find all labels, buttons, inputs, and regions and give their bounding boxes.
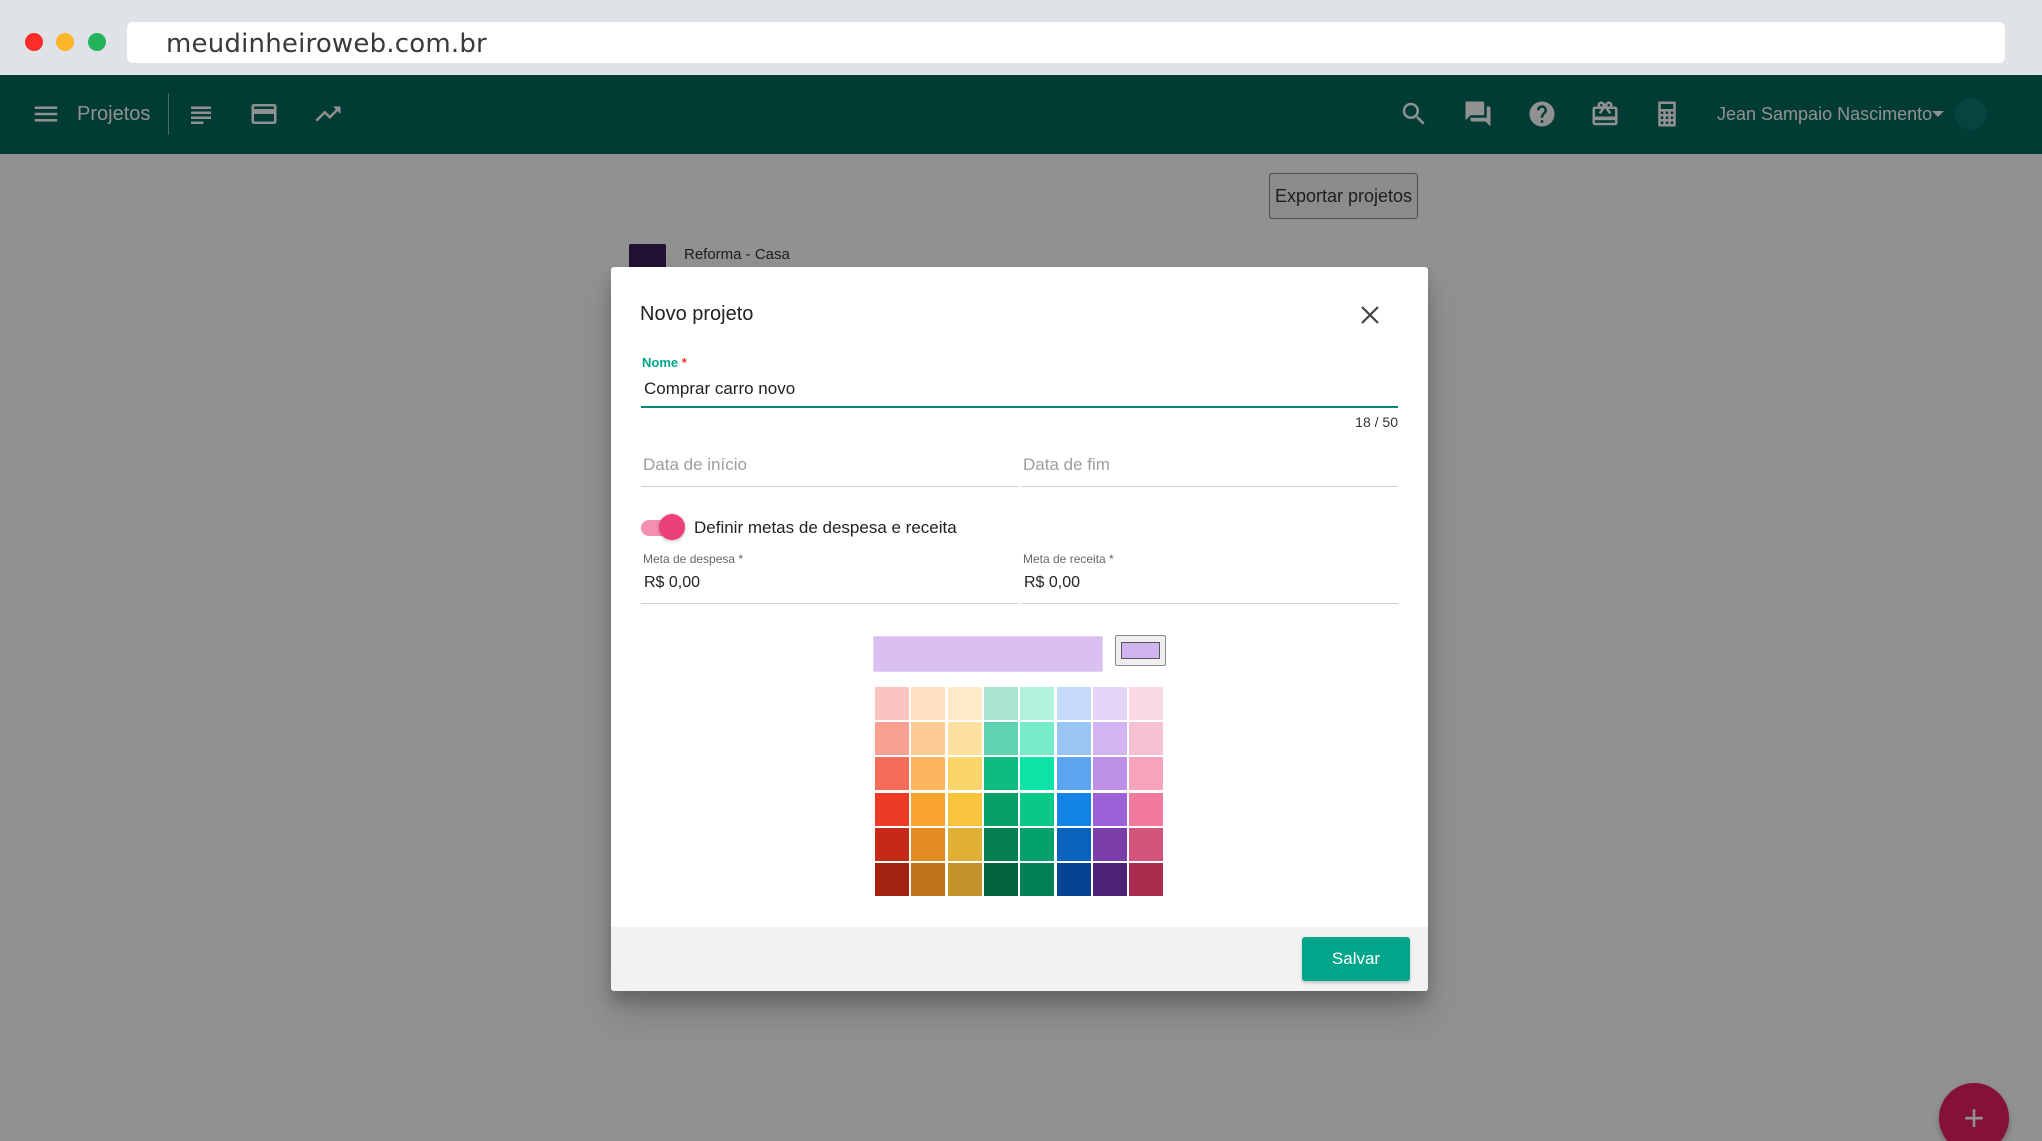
color-swatch[interactable] xyxy=(947,827,982,861)
color-swatch[interactable] xyxy=(983,827,1018,861)
color-swatch[interactable] xyxy=(1092,827,1127,861)
color-picker-swatch xyxy=(1121,642,1160,659)
close-window-icon[interactable] xyxy=(25,33,43,51)
color-swatch[interactable] xyxy=(911,792,946,826)
color-swatch[interactable] xyxy=(1056,687,1091,720)
name-field-label: Nome * xyxy=(642,355,687,370)
color-swatch[interactable] xyxy=(1129,827,1164,861)
color-swatch[interactable] xyxy=(911,757,946,791)
start-date-field[interactable]: Data de início xyxy=(641,451,1018,487)
color-swatch[interactable] xyxy=(983,863,1018,896)
color-swatch[interactable] xyxy=(1020,792,1055,826)
income-goal-field[interactable]: Meta de receita * R$ 0,00 xyxy=(1021,552,1398,604)
color-swatch[interactable] xyxy=(983,687,1018,720)
minimize-window-icon[interactable] xyxy=(56,33,74,51)
color-swatch[interactable] xyxy=(1092,792,1127,826)
goals-toggle[interactable] xyxy=(641,514,685,540)
selected-color-preview xyxy=(873,636,1103,672)
required-mark: * xyxy=(681,355,687,370)
color-swatch[interactable] xyxy=(875,687,909,720)
income-goal-underline xyxy=(1021,603,1398,604)
color-swatch[interactable] xyxy=(875,792,909,826)
start-date-placeholder: Data de início xyxy=(643,455,747,474)
color-swatch[interactable] xyxy=(911,722,946,756)
maximize-window-icon[interactable] xyxy=(88,33,106,51)
save-button[interactable]: Salvar xyxy=(1302,937,1410,981)
color-swatch[interactable] xyxy=(1092,722,1127,756)
color-swatch[interactable] xyxy=(947,722,982,756)
color-swatch[interactable] xyxy=(875,722,909,756)
color-swatch[interactable] xyxy=(1129,722,1164,756)
color-swatch[interactable] xyxy=(875,827,909,861)
character-counter: 18 / 50 xyxy=(1355,414,1398,430)
color-swatch[interactable] xyxy=(1056,827,1091,861)
end-date-placeholder: Data de fim xyxy=(1023,455,1110,474)
address-bar[interactable]: meudinheiroweb.com.br xyxy=(127,22,2005,63)
dialog-title: Novo projeto xyxy=(640,303,754,325)
new-project-dialog: Novo projeto Nome * Comprar carro novo 1… xyxy=(611,267,1428,991)
color-swatch[interactable] xyxy=(911,687,946,720)
color-swatch[interactable] xyxy=(1056,792,1091,826)
color-swatch[interactable] xyxy=(1092,687,1127,720)
income-goal-label: Meta de receita * xyxy=(1023,552,1114,566)
color-swatch[interactable] xyxy=(1129,863,1164,896)
dialog-footer: Salvar xyxy=(611,927,1428,991)
address-bar-url: meudinheiroweb.com.br xyxy=(166,29,487,59)
color-palette xyxy=(875,687,1165,899)
goals-toggle-label: Definir metas de despesa e receita xyxy=(694,518,957,537)
color-swatch[interactable] xyxy=(947,792,982,826)
color-swatch[interactable] xyxy=(1129,687,1164,720)
toggle-thumb xyxy=(659,514,685,540)
color-swatch[interactable] xyxy=(983,792,1018,826)
expense-goal-field[interactable]: Meta de despesa * R$ 0,00 xyxy=(641,552,1018,604)
income-goal-input[interactable]: R$ 0,00 xyxy=(1024,574,1080,592)
color-swatch[interactable] xyxy=(911,827,946,861)
expense-goal-label: Meta de despesa * xyxy=(643,552,744,566)
color-swatch[interactable] xyxy=(1129,792,1164,826)
color-swatch[interactable] xyxy=(911,863,946,896)
expense-goal-underline xyxy=(641,603,1018,604)
end-date-underline xyxy=(1021,486,1398,487)
color-swatch[interactable] xyxy=(1092,757,1127,791)
color-swatch[interactable] xyxy=(875,757,909,791)
color-swatch[interactable] xyxy=(1056,863,1091,896)
color-swatch[interactable] xyxy=(875,863,909,896)
color-swatch[interactable] xyxy=(1020,687,1055,720)
end-date-field[interactable]: Data de fim xyxy=(1021,451,1398,487)
color-swatch[interactable] xyxy=(1020,827,1055,861)
expense-goal-input[interactable]: R$ 0,00 xyxy=(644,574,700,592)
color-swatch[interactable] xyxy=(1056,722,1091,756)
color-swatch[interactable] xyxy=(1020,863,1055,896)
color-swatch[interactable] xyxy=(983,722,1018,756)
color-swatch[interactable] xyxy=(947,757,982,791)
color-swatch[interactable] xyxy=(1129,757,1164,791)
color-swatch[interactable] xyxy=(947,863,982,896)
browser-toolbar: meudinheiroweb.com.br xyxy=(0,0,2042,75)
color-swatch[interactable] xyxy=(1092,863,1127,896)
name-input-underline xyxy=(641,406,1398,408)
color-swatch[interactable] xyxy=(983,757,1018,791)
color-swatch[interactable] xyxy=(1056,757,1091,791)
color-swatch[interactable] xyxy=(1020,722,1055,756)
name-input[interactable]: Comprar carro novo xyxy=(644,379,795,399)
color-swatch[interactable] xyxy=(947,687,982,720)
color-swatch[interactable] xyxy=(1020,757,1055,791)
start-date-underline xyxy=(641,486,1018,487)
color-picker-button[interactable] xyxy=(1115,635,1166,666)
close-icon[interactable] xyxy=(1357,302,1383,328)
